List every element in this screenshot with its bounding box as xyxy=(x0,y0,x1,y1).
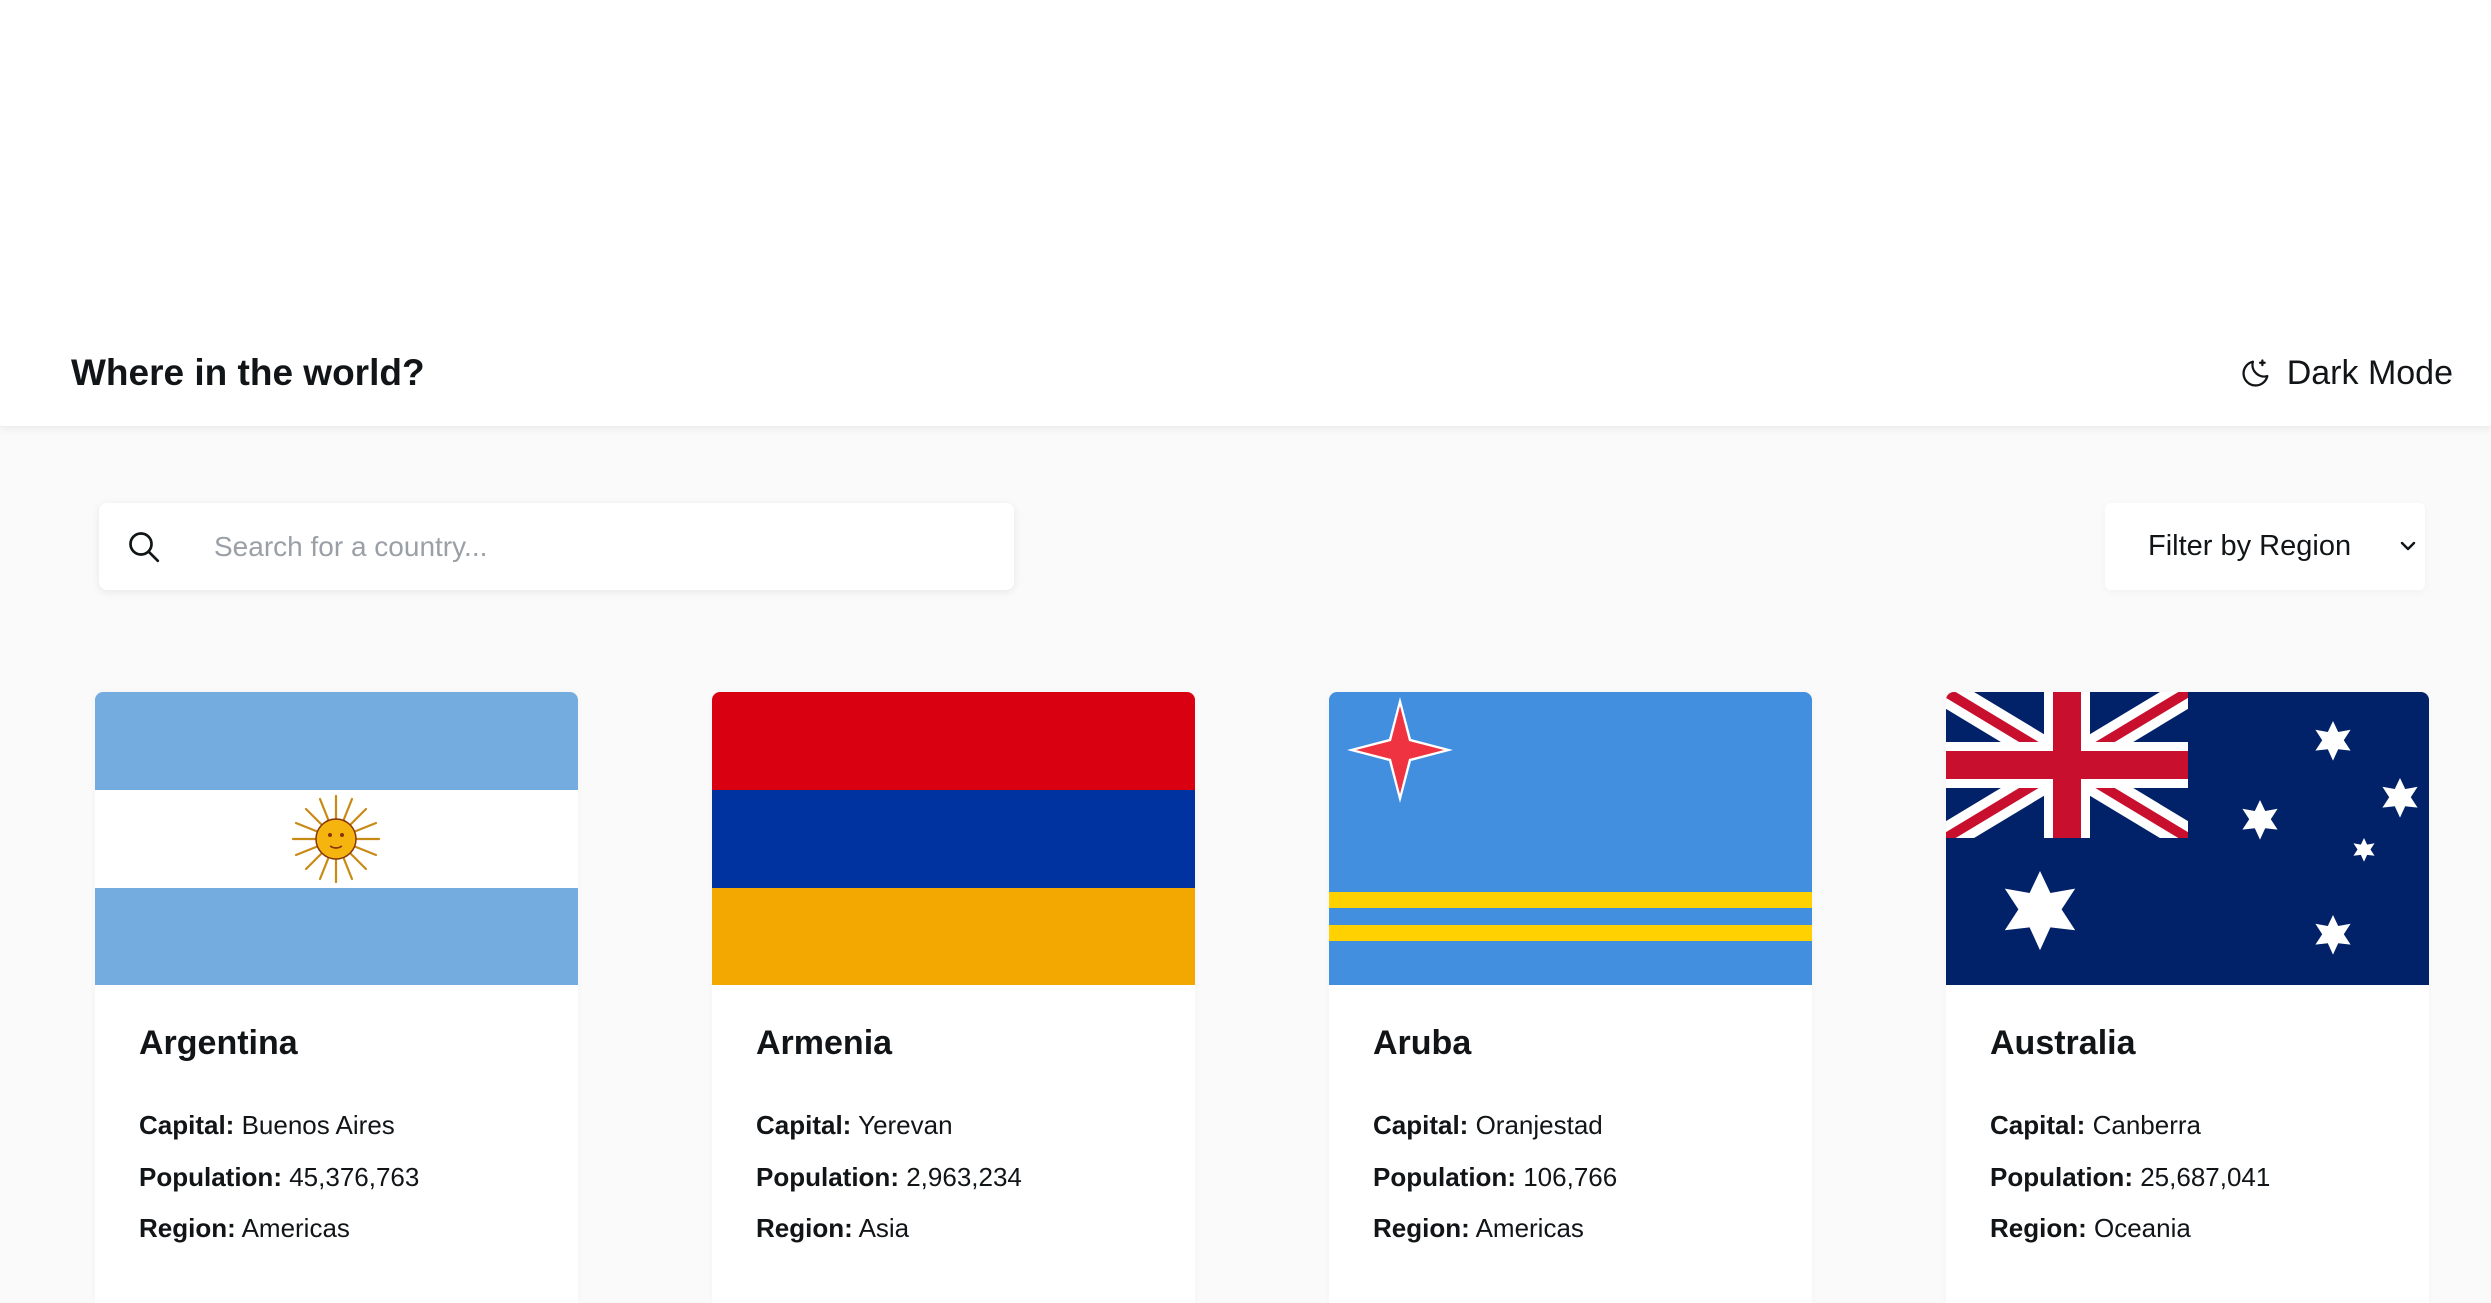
region-value: Americas xyxy=(1475,1213,1584,1243)
australia-flag xyxy=(1946,692,2429,985)
country-name: Aruba xyxy=(1373,1024,1472,1062)
capital-label: Capital: xyxy=(1373,1110,1469,1140)
capital-value: Oranjestad xyxy=(1475,1110,1603,1140)
dark-mode-label: Dark Mode xyxy=(2286,353,2453,392)
dark-mode-toggle[interactable]: Dark Mode xyxy=(2239,348,2453,398)
top-blank-area xyxy=(0,0,2491,318)
country-capital: Capital: Oranjestad xyxy=(1373,1110,1603,1141)
country-name: Argentina xyxy=(139,1024,298,1062)
search-icon xyxy=(129,532,160,563)
capital-value: Canberra xyxy=(2092,1110,2201,1140)
country-capital: Capital: Yerevan xyxy=(756,1110,953,1141)
country-region: Region: Asia xyxy=(756,1213,909,1244)
population-value: 45,376,763 xyxy=(289,1162,420,1192)
argentina-flag xyxy=(95,692,578,985)
region-value: Asia xyxy=(858,1213,910,1243)
capital-value: Buenos Aires xyxy=(241,1110,395,1140)
site-header: Where in the world? Dark Mode xyxy=(0,318,2491,427)
country-population: Population: 106,766 xyxy=(1373,1162,1617,1193)
country-name: Armenia xyxy=(756,1024,893,1062)
aruba-flag xyxy=(1329,692,1812,985)
country-card-aruba[interactable]: Aruba Capital: Oranjestad Population: 10… xyxy=(1329,692,1812,1303)
filter-label: Filter by Region xyxy=(2148,530,2352,562)
region-label: Region: xyxy=(139,1213,236,1243)
country-population: Population: 45,376,763 xyxy=(139,1162,419,1193)
population-label: Population: xyxy=(756,1162,899,1192)
region-label: Region: xyxy=(1373,1213,1470,1243)
country-capital: Capital: Canberra xyxy=(1990,1110,2201,1141)
region-value: Americas xyxy=(241,1213,350,1243)
country-region: Region: Americas xyxy=(139,1213,350,1244)
site-title: Where in the world? xyxy=(71,352,425,393)
country-card-armenia[interactable]: Armenia Capital: Yerevan Population: 2,9… xyxy=(712,692,1195,1303)
country-card-argentina[interactable]: Argentina Capital: Buenos Aires Populati… xyxy=(95,692,578,1303)
region-value: Oceania xyxy=(2094,1213,2191,1243)
population-label: Population: xyxy=(1990,1162,2133,1192)
population-value: 25,687,041 xyxy=(2140,1162,2271,1192)
capital-label: Capital: xyxy=(1990,1110,2086,1140)
country-region: Region: Americas xyxy=(1373,1213,1584,1244)
population-value: 106,766 xyxy=(1523,1162,1618,1192)
search-bar[interactable] xyxy=(99,503,1014,590)
region-label: Region: xyxy=(756,1213,853,1243)
capital-label: Capital: xyxy=(756,1110,852,1140)
armenia-flag xyxy=(712,692,1195,985)
country-population: Population: 25,687,041 xyxy=(1990,1162,2270,1193)
region-label: Region: xyxy=(1990,1213,2087,1243)
country-name: Australia xyxy=(1990,1024,2136,1062)
country-card-australia[interactable]: Australia Capital: Canberra Population: … xyxy=(1946,692,2429,1303)
search-input[interactable] xyxy=(214,503,974,590)
chevron-down-icon xyxy=(2400,541,2416,551)
population-label: Population: xyxy=(139,1162,282,1192)
country-region: Region: Oceania xyxy=(1990,1213,2191,1244)
population-label: Population: xyxy=(1373,1162,1516,1192)
country-population: Population: 2,963,234 xyxy=(756,1162,1022,1193)
country-capital: Capital: Buenos Aires xyxy=(139,1110,395,1141)
moon-icon xyxy=(2242,359,2269,387)
region-filter-dropdown[interactable]: Filter by Region xyxy=(2105,503,2425,590)
population-value: 2,963,234 xyxy=(906,1162,1022,1192)
capital-value: Yerevan xyxy=(858,1110,953,1140)
capital-label: Capital: xyxy=(139,1110,235,1140)
